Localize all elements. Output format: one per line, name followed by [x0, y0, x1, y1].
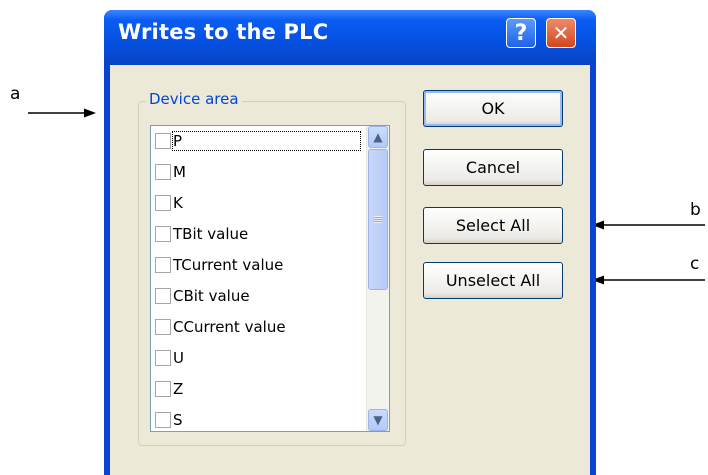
- cancel-button-label: Cancel: [465, 158, 521, 177]
- list-item-label: P: [171, 131, 362, 151]
- list-item-label: M: [173, 163, 186, 181]
- close-button[interactable]: ✕: [546, 18, 576, 48]
- checkbox[interactable]: [155, 257, 171, 273]
- dialog-body: Device area P M K TBit value TCurrent va…: [110, 65, 590, 475]
- scroll-up-button[interactable]: ▲: [368, 126, 388, 148]
- list-item-tbit-value[interactable]: TBit value: [155, 219, 248, 249]
- list-item-u[interactable]: U: [155, 343, 184, 373]
- list-scrollbar[interactable]: ▲ ▼: [366, 126, 389, 431]
- title-bar[interactable]: Writes to the PLC ? ✕: [104, 10, 596, 65]
- chevron-up-icon: ▲: [373, 130, 383, 144]
- chevron-down-icon: ▼: [373, 413, 383, 427]
- checkbox[interactable]: [155, 195, 171, 211]
- write-plc-dialog: Writes to the PLC ? ✕ Device area P M K: [104, 10, 596, 475]
- unselect-all-button[interactable]: Unselect All: [423, 262, 563, 299]
- list-item-m[interactable]: M: [155, 157, 186, 187]
- help-icon: ?: [514, 20, 528, 46]
- list-item-label: TBit value: [173, 225, 249, 243]
- dialog-title: Writes to the PLC: [118, 20, 329, 44]
- checkbox[interactable]: [155, 350, 171, 366]
- list-item-label: CCurrent value: [173, 318, 286, 336]
- checkbox[interactable]: [155, 412, 171, 428]
- list-item-label: TCurrent value: [173, 256, 284, 274]
- close-icon: ✕: [552, 21, 570, 45]
- list-item-k[interactable]: K: [155, 188, 183, 218]
- checkbox[interactable]: [155, 133, 171, 149]
- ok-button-label: OK: [481, 99, 505, 118]
- list-item-tcurrent-value[interactable]: TCurrent value: [155, 250, 283, 280]
- unselect-all-button-label: Unselect All: [445, 271, 541, 290]
- list-item-label: Z: [173, 380, 184, 398]
- help-button[interactable]: ?: [506, 18, 536, 48]
- list-item-s[interactable]: S: [155, 405, 183, 431]
- arrow-a: [28, 108, 96, 118]
- scroll-thumb[interactable]: [368, 149, 388, 290]
- checkbox[interactable]: [155, 381, 171, 397]
- device-area-label: Device area: [146, 90, 242, 108]
- checkbox[interactable]: [155, 288, 171, 304]
- select-all-button[interactable]: Select All: [423, 207, 563, 244]
- scroll-down-button[interactable]: ▼: [368, 409, 388, 431]
- list-item-label: U: [173, 349, 184, 367]
- device-area-checklist[interactable]: P M K TBit value TCurrent value CBit val…: [150, 125, 390, 432]
- arrow-c: [592, 275, 705, 285]
- grip-icon: [374, 216, 382, 223]
- ok-button[interactable]: OK: [423, 90, 563, 127]
- cancel-button[interactable]: Cancel: [423, 149, 563, 186]
- list-item-ccurrent-value[interactable]: CCurrent value: [155, 312, 286, 342]
- select-all-button-label: Select All: [455, 216, 531, 235]
- checkbox[interactable]: [155, 226, 171, 242]
- arrow-b: [592, 220, 705, 230]
- list-item-label: K: [173, 194, 183, 212]
- list-item-p[interactable]: P: [155, 126, 362, 156]
- list-item-label: S: [173, 411, 183, 429]
- checkbox[interactable]: [155, 164, 171, 180]
- list-item-cbit-value[interactable]: CBit value: [155, 281, 250, 311]
- list-item-label: CBit value: [173, 287, 250, 305]
- list-item-z[interactable]: Z: [155, 374, 183, 404]
- checkbox[interactable]: [155, 319, 171, 335]
